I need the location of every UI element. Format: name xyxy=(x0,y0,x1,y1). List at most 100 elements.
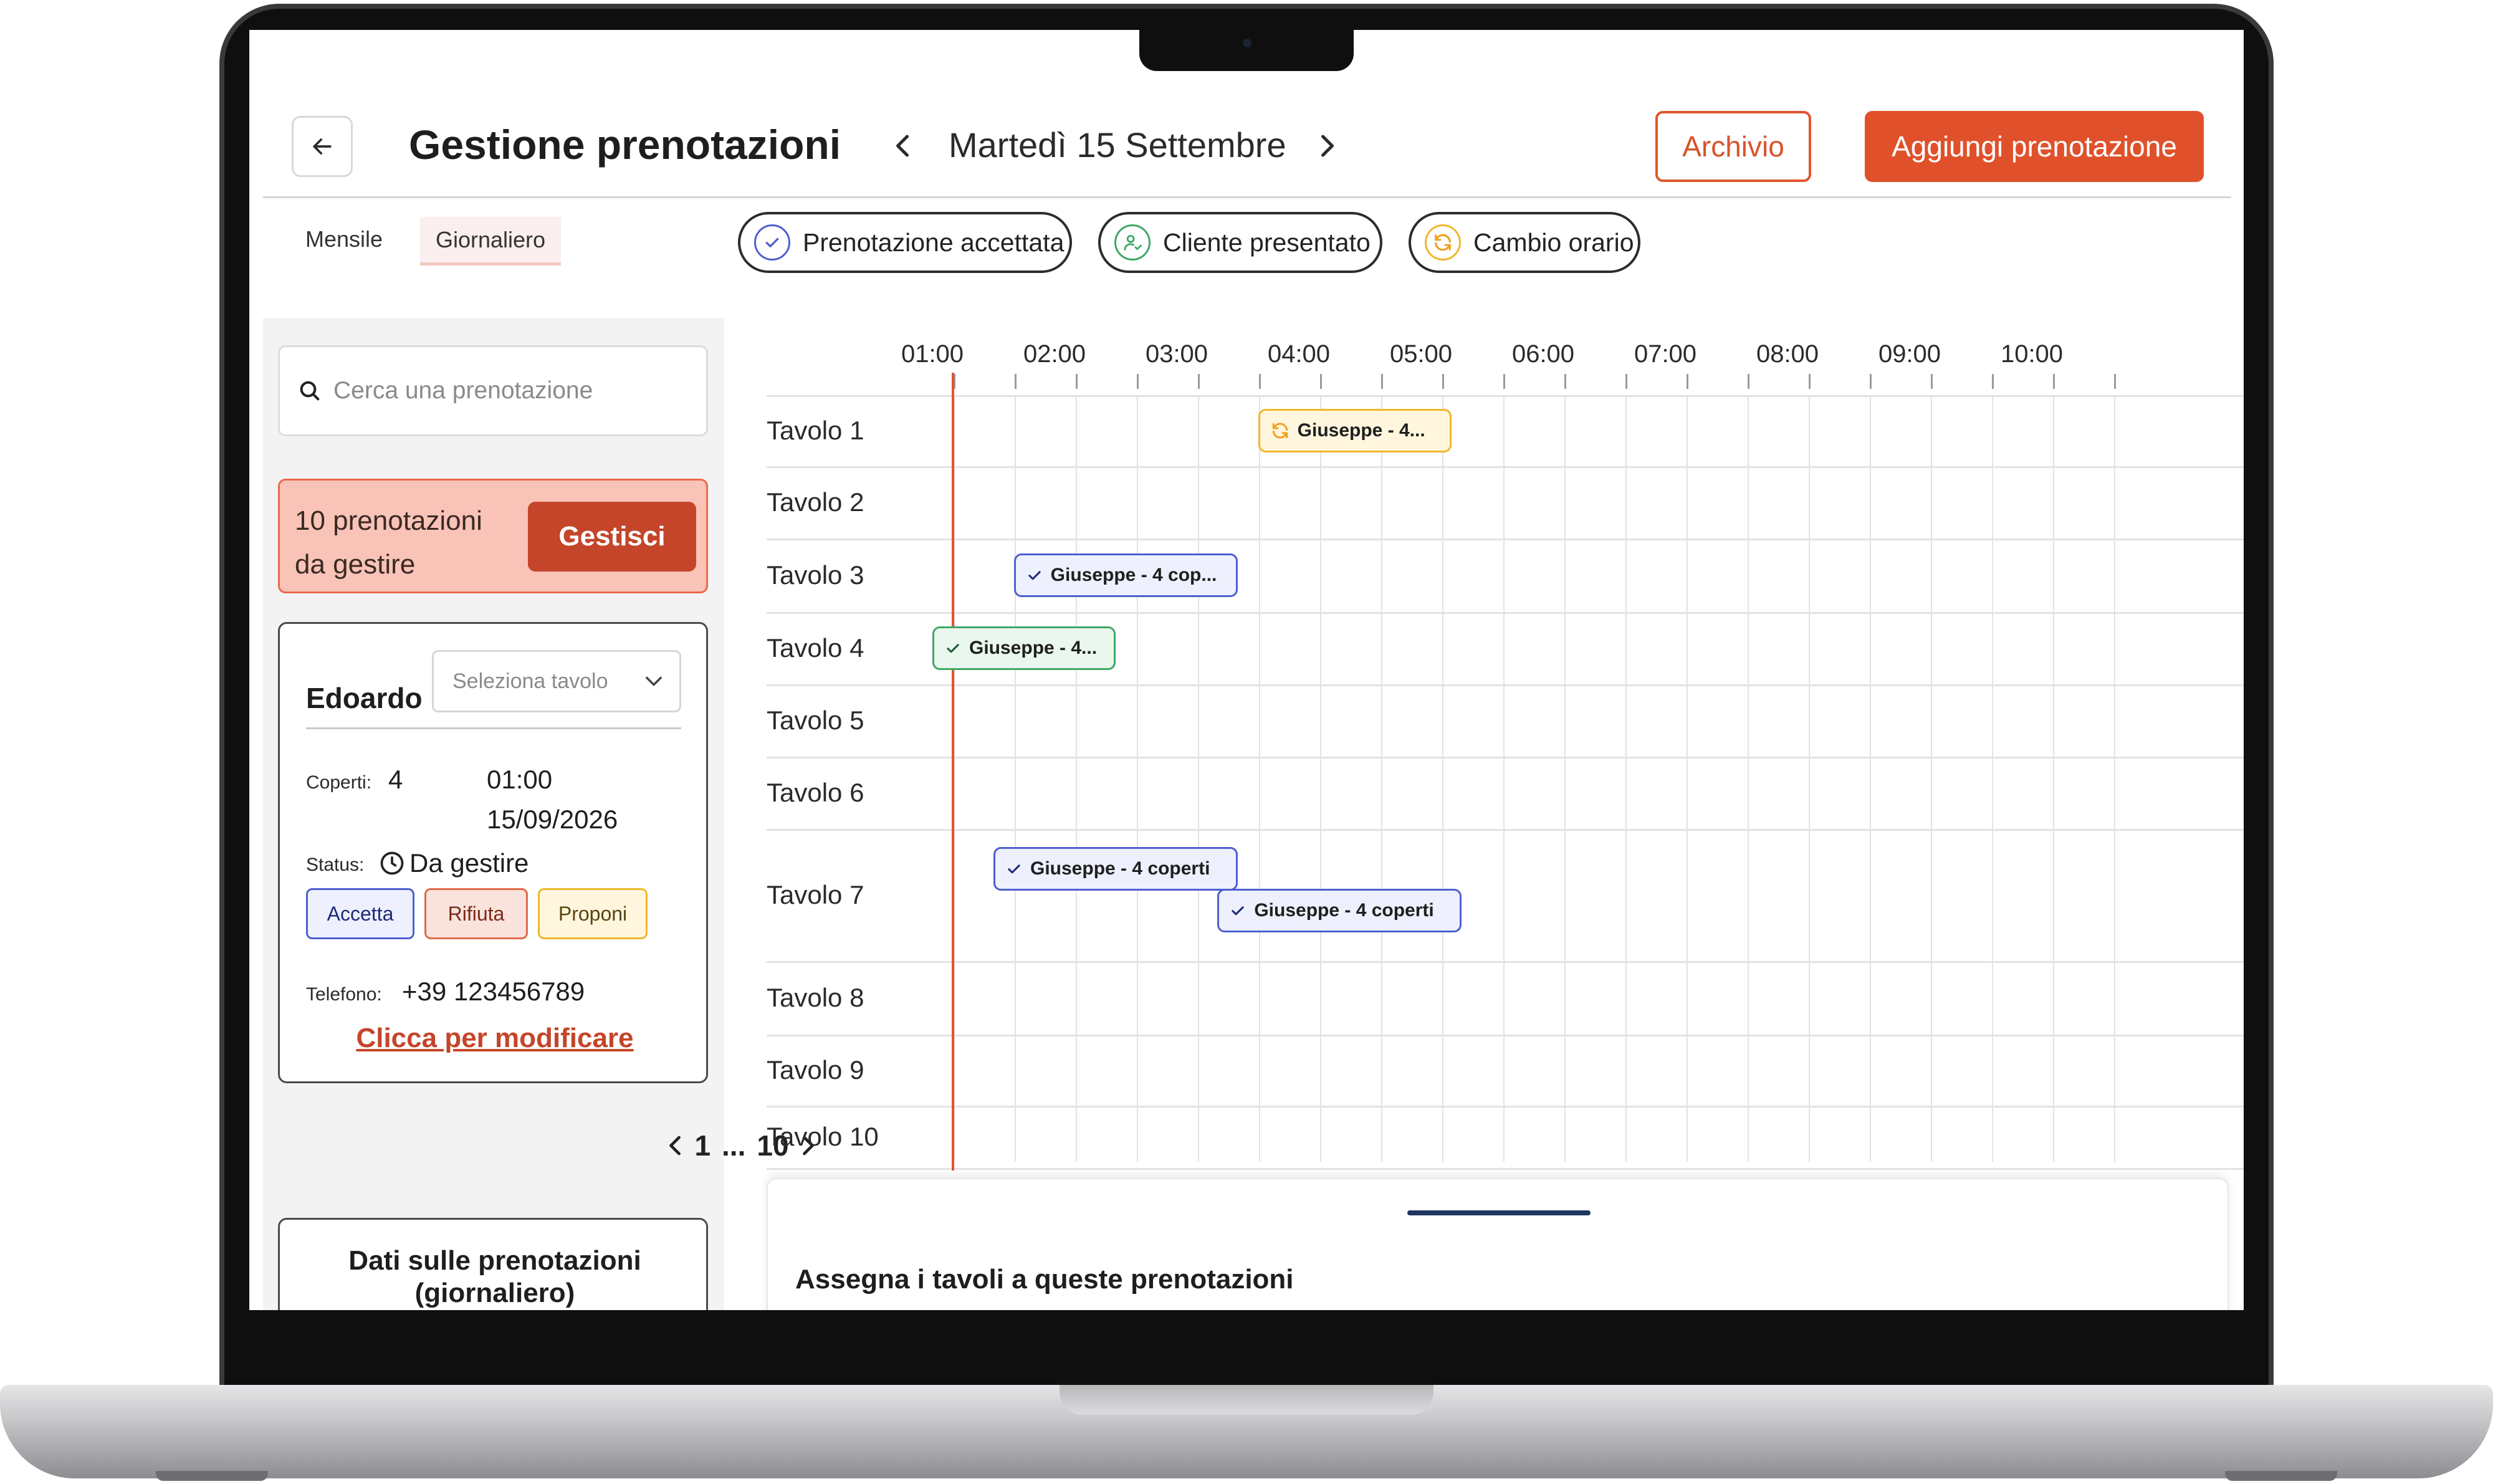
reservation-block-label: Giuseppe - 4 cop... xyxy=(1050,565,1217,585)
stats-title-line1: Dati sulle prenotazioni xyxy=(348,1245,641,1276)
reservation-time: 01:00 xyxy=(487,765,553,794)
check-icon xyxy=(1232,906,1245,916)
arrow-left-icon xyxy=(313,138,332,155)
stats-card: Dati sulle prenotazioni (giornaliero) xyxy=(278,1218,708,1310)
pending-reservations-text: 10 prenotazioni da gestire xyxy=(295,505,482,580)
time-tick xyxy=(1809,374,1811,389)
previous-day-button[interactable] xyxy=(890,128,915,163)
accept-button[interactable]: Accetta xyxy=(306,888,414,939)
app-screen: Gestione prenotazioni Martedì 15 Settemb… xyxy=(249,30,2244,1310)
legend-arrived-label: Cliente presentato xyxy=(1163,227,1371,257)
grid-line-vertical xyxy=(1992,395,1993,1162)
reservation-block[interactable]: Giuseppe - 4 coperti xyxy=(1217,889,1462,933)
table-row-label: Tavolo 9 xyxy=(767,1055,864,1084)
table-select-placeholder: Seleziona tavolo xyxy=(452,669,608,693)
drawer-handle[interactable] xyxy=(1407,1210,1591,1215)
laptop-notch xyxy=(1139,27,1354,71)
hour-label: 02:00 xyxy=(1023,340,1086,368)
table-row-label: Tavolo 6 xyxy=(767,778,864,807)
grid-line-vertical xyxy=(1076,395,1077,1162)
reservation-divider xyxy=(306,727,681,729)
grid-line-vertical xyxy=(1625,395,1627,1162)
edit-reservation-link[interactable]: Clicca per modificare xyxy=(280,1023,710,1054)
hour-label: 03:00 xyxy=(1145,340,1208,368)
check-icon xyxy=(1028,571,1041,580)
grid-line-vertical xyxy=(1809,395,1810,1162)
check-icon xyxy=(1008,864,1020,873)
hour-label: 07:00 xyxy=(1634,340,1697,368)
grid-line-vertical xyxy=(1198,395,1199,1162)
grid-line-vertical xyxy=(1687,395,1688,1162)
manage-button[interactable]: Gestisci xyxy=(528,502,696,572)
legend-arrived[interactable]: Cliente presentato xyxy=(1098,212,1382,273)
grid-line-vertical xyxy=(1931,395,1932,1162)
legend-changed[interactable]: Cambio orario xyxy=(1409,212,1640,273)
stats-title-line2: (giornaliero) xyxy=(414,1278,575,1308)
camera-icon xyxy=(1243,39,1251,47)
grid-line-horizontal xyxy=(767,612,2244,614)
table-row-label: Tavolo 7 xyxy=(767,880,864,909)
back-button[interactable] xyxy=(292,116,353,177)
reservation-block[interactable]: Giuseppe - 4... xyxy=(1258,409,1452,452)
current-date: Martedì 15 Settembre xyxy=(949,125,1286,165)
time-tick xyxy=(1442,374,1444,389)
time-tick xyxy=(1503,374,1505,389)
time-tick xyxy=(1137,374,1139,389)
table-select[interactable]: Seleziona tavolo xyxy=(432,650,681,712)
phone-value: +39 123456789 xyxy=(402,977,585,1006)
time-tick xyxy=(1870,374,1872,389)
refresh-icon xyxy=(1272,423,1288,439)
legend-changed-label: Cambio orario xyxy=(1473,227,1634,257)
table-row-label: Tavolo 10 xyxy=(767,1122,879,1151)
check-circle-icon xyxy=(754,224,790,261)
grid-line-vertical xyxy=(1503,395,1505,1162)
grid-line-horizontal xyxy=(767,1106,2244,1108)
tab-daily[interactable]: Giornaliero xyxy=(420,217,561,266)
grid-line-horizontal xyxy=(767,1035,2244,1036)
page-current[interactable]: 1 xyxy=(694,1129,711,1162)
grid-line-vertical xyxy=(1320,395,1321,1162)
reservation-block-label: Giuseppe - 4 coperti xyxy=(1030,858,1210,879)
laptop-opening-notch xyxy=(1060,1385,1433,1415)
chevron-left-icon xyxy=(896,135,909,157)
check-icon xyxy=(947,644,959,653)
chevron-down-icon xyxy=(646,676,662,686)
add-reservation-button[interactable]: Aggiungi prenotazione xyxy=(1865,111,2204,182)
chevron-left-icon[interactable] xyxy=(667,1134,683,1157)
time-tick xyxy=(1198,374,1200,389)
next-day-button[interactable] xyxy=(1315,128,1340,163)
grid-line-vertical xyxy=(1137,395,1138,1162)
hour-label: 10:00 xyxy=(2000,340,2064,368)
time-tick xyxy=(1320,374,1322,389)
drawer-title: Assegna i tavoli a queste prenotazioni xyxy=(795,1264,1294,1295)
reservation-block[interactable]: Giuseppe - 4 cop... xyxy=(1013,553,1238,597)
grid-line-horizontal xyxy=(767,829,2244,831)
reservation-card: Edoardo Seleziona tavolo Coperti: 4 01:0… xyxy=(278,622,708,1083)
reservation-block[interactable]: Giuseppe - 4 coperti xyxy=(993,846,1238,891)
covers-label: Coperti: xyxy=(306,772,372,793)
stats-title: Dati sulle prenotazioni (giornaliero) xyxy=(280,1245,710,1309)
laptop-foot xyxy=(156,1471,268,1481)
grid-line-vertical xyxy=(1259,395,1260,1162)
legend-accepted[interactable]: Prenotazione accettata xyxy=(738,212,1072,273)
reservation-date: 15/09/2026 xyxy=(487,805,618,834)
tab-monthly[interactable]: Mensile xyxy=(305,226,383,252)
search-input[interactable]: Cerca una prenotazione xyxy=(278,345,708,436)
time-tick xyxy=(1931,374,1933,389)
grid-line-vertical xyxy=(1748,395,1749,1162)
legend-accepted-label: Prenotazione accettata xyxy=(803,227,1065,257)
status-label: Status: xyxy=(306,854,365,875)
hour-label: 06:00 xyxy=(1511,340,1575,368)
grid-line-horizontal xyxy=(767,961,2244,963)
timeline: 01:00 02:00 03:00 04:00 05:00 06:00 07:00 08:00… xyxy=(767,335,2244,1170)
propose-button[interactable]: Proponi xyxy=(538,888,648,939)
archive-button[interactable]: Archivio xyxy=(1655,111,1811,182)
phone-label: Telefono: xyxy=(306,984,382,1005)
reservation-block[interactable]: Giuseppe - 4... xyxy=(932,626,1116,670)
grid-line-vertical xyxy=(1015,395,1016,1162)
grid-line-horizontal xyxy=(767,757,2244,759)
reservation-block-label: Giuseppe - 4... xyxy=(1297,420,1425,441)
hour-label: 05:00 xyxy=(1389,340,1453,368)
reject-button[interactable]: Rifiuta xyxy=(424,888,528,939)
grid-line-horizontal xyxy=(767,395,2244,397)
